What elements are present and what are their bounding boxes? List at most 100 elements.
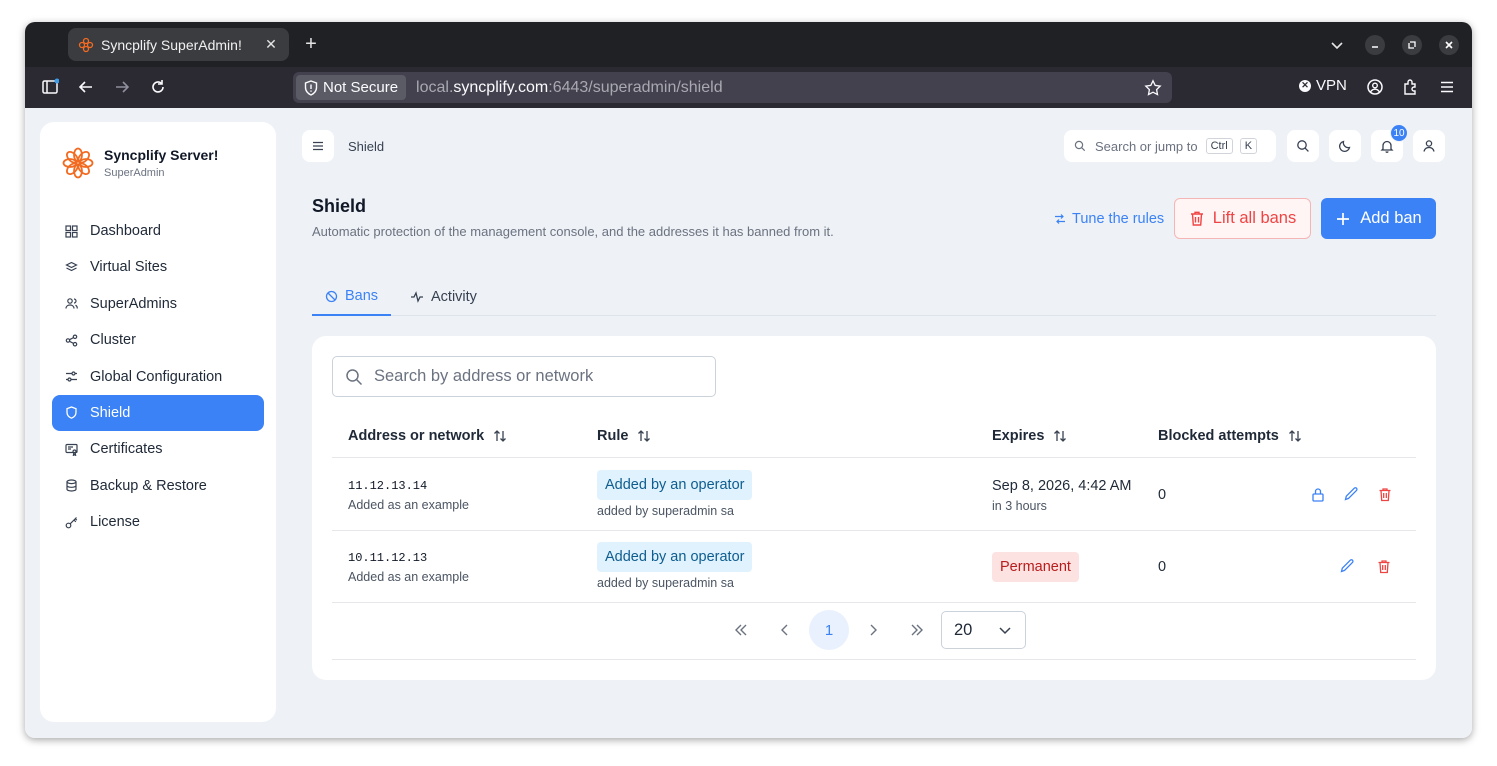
notification-count-badge: 10	[1390, 124, 1408, 142]
page-number-button[interactable]: 1	[809, 610, 849, 650]
user-icon	[1423, 140, 1435, 152]
certificate-icon	[64, 442, 78, 456]
table-search-input[interactable]	[374, 367, 694, 386]
notifications-button[interactable]: 10	[1371, 124, 1408, 162]
close-tab-icon[interactable]: ✕	[263, 36, 279, 53]
shortcut-key-ctrl: Ctrl	[1205, 138, 1233, 154]
hamburger-icon	[313, 141, 323, 151]
bookmark-star-icon[interactable]	[1144, 78, 1164, 97]
column-header-address[interactable]: Address or network	[348, 428, 508, 444]
table-search[interactable]	[332, 356, 716, 397]
database-icon	[64, 479, 78, 493]
delete-button[interactable]	[1376, 485, 1394, 503]
prev-page-button[interactable]	[765, 610, 805, 650]
shortcut-key-k: K	[1239, 138, 1258, 154]
sidebar-item-virtual-sites[interactable]: Virtual Sites	[52, 249, 264, 285]
sidebar-item-license[interactable]: License	[52, 504, 264, 540]
rule-note: added by superadmin sa	[597, 504, 734, 518]
sidebar-item-label: Cluster	[90, 332, 136, 349]
column-header-expires[interactable]: Expires	[992, 428, 1068, 444]
table-header: Address or network Rule Expires Blocked …	[332, 416, 1416, 458]
restore-icon[interactable]	[1402, 35, 1422, 55]
first-page-button[interactable]	[721, 610, 761, 650]
tune-rules-link[interactable]: Tune the rules	[1054, 211, 1164, 227]
account-icon[interactable]	[1365, 77, 1385, 97]
sidebar-item-label: Virtual Sites	[90, 259, 168, 276]
tab-activity[interactable]: Activity	[397, 278, 490, 316]
rule-chip: Added by an operator	[597, 470, 753, 500]
minimize-icon[interactable]	[1365, 35, 1385, 55]
menu-toggle-button[interactable]	[302, 130, 334, 162]
rule-chip: Added by an operator	[597, 542, 753, 572]
vpn-status-icon: ✕	[1299, 79, 1311, 92]
tab-bans[interactable]: Bans	[312, 278, 392, 316]
ban-address: 10.11.12.13	[348, 551, 428, 565]
menu-icon[interactable]	[1437, 77, 1457, 97]
blocked-attempts: 0	[1158, 487, 1167, 503]
sidebar-item-global-configuration[interactable]: Global Configuration	[52, 359, 264, 395]
add-ban-button[interactable]: Add ban	[1321, 198, 1436, 239]
reload-icon[interactable]	[148, 77, 168, 97]
column-header-blocked-attempts[interactable]: Blocked attempts	[1158, 428, 1303, 444]
users-icon	[64, 297, 78, 311]
global-search-placeholder: Search or jump to	[1095, 138, 1198, 154]
bans-card: Address or network Rule Expires Blocked …	[312, 336, 1436, 680]
sidebar-toggle-icon[interactable]	[40, 77, 60, 97]
moon-icon	[1338, 140, 1351, 153]
browser-tab[interactable]: Syncplify SuperAdmin! ✕	[68, 28, 289, 61]
close-window-icon[interactable]	[1439, 35, 1459, 55]
sidebar-item-dashboard[interactable]: Dashboard	[52, 213, 264, 249]
url-text[interactable]: local.syncplify.com:6443/superadmin/shie…	[416, 79, 1144, 97]
search-icon	[1074, 140, 1086, 152]
url-prefix: local.	[416, 78, 454, 96]
chevrons-left-icon	[735, 624, 747, 636]
page-content: Syncplify Server! SuperAdmin Dashboard V…	[25, 108, 1472, 738]
brand-subtitle: SuperAdmin	[104, 167, 165, 179]
page-size-select[interactable]: 20	[941, 611, 1026, 649]
plus-icon	[1337, 212, 1350, 225]
new-tab-icon[interactable]: +	[301, 34, 321, 54]
sidebar-item-superadmins[interactable]: SuperAdmins	[52, 286, 264, 322]
edit-button[interactable]	[1342, 485, 1360, 503]
browser-window: Syncplify SuperAdmin! ✕ + Not Secure loc…	[25, 22, 1472, 738]
sidebar-item-cluster[interactable]: Cluster	[52, 322, 264, 358]
edit-button[interactable]	[1338, 557, 1356, 575]
sidebar-item-backup-restore[interactable]: Backup & Restore	[52, 468, 264, 504]
column-header-rule[interactable]: Rule	[597, 428, 652, 444]
tab-list-chevron-icon[interactable]	[1327, 35, 1347, 55]
delete-button[interactable]	[1375, 557, 1393, 575]
brand[interactable]: Syncplify Server! SuperAdmin	[61, 146, 218, 180]
forward-icon[interactable]	[112, 77, 132, 97]
search-button[interactable]	[1287, 130, 1319, 162]
url-path: :6443/superadmin/shield	[548, 78, 723, 96]
not-secure-indicator[interactable]: Not Secure	[296, 75, 407, 100]
user-menu-button[interactable]	[1413, 130, 1445, 162]
sidebar-item-certificates[interactable]: Certificates	[52, 431, 264, 467]
back-icon[interactable]	[76, 77, 96, 97]
sidebar-item-label: License	[90, 514, 140, 531]
column-label: Address or network	[348, 428, 485, 444]
ban-address-note: Added as an example	[348, 570, 469, 584]
permanent-badge: Permanent	[992, 552, 1079, 582]
url-bar[interactable]: Not Secure local.syncplify.com:6443/supe…	[293, 72, 1172, 103]
sidebar: Syncplify Server! SuperAdmin Dashboard V…	[40, 122, 276, 722]
theme-toggle-button[interactable]	[1329, 130, 1361, 162]
make-permanent-button[interactable]	[1309, 485, 1327, 503]
tune-rules-label: Tune the rules	[1072, 211, 1165, 227]
extensions-icon[interactable]	[1401, 77, 1421, 97]
last-page-button[interactable]	[897, 610, 937, 650]
next-page-button[interactable]	[853, 610, 893, 650]
sidebar-item-label: Backup & Restore	[90, 477, 207, 494]
rule-note: added by superadmin sa	[597, 576, 734, 590]
brand-name: Syncplify Server!	[104, 147, 219, 163]
page-tabs: Bans Activity	[312, 278, 1436, 316]
lift-all-bans-button[interactable]: Lift all bans	[1174, 198, 1311, 239]
tab-label: Bans	[345, 288, 379, 304]
lock-icon	[1312, 487, 1324, 502]
breadcrumb: Shield	[348, 139, 385, 154]
sidebar-item-label: Global Configuration	[90, 368, 223, 385]
vpn-button[interactable]: ✕ VPN	[1299, 77, 1347, 94]
sidebar-item-shield[interactable]: Shield	[52, 394, 264, 431]
global-search[interactable]: Search or jump to Ctrl K	[1064, 130, 1276, 162]
tab-label: Activity	[431, 289, 477, 305]
